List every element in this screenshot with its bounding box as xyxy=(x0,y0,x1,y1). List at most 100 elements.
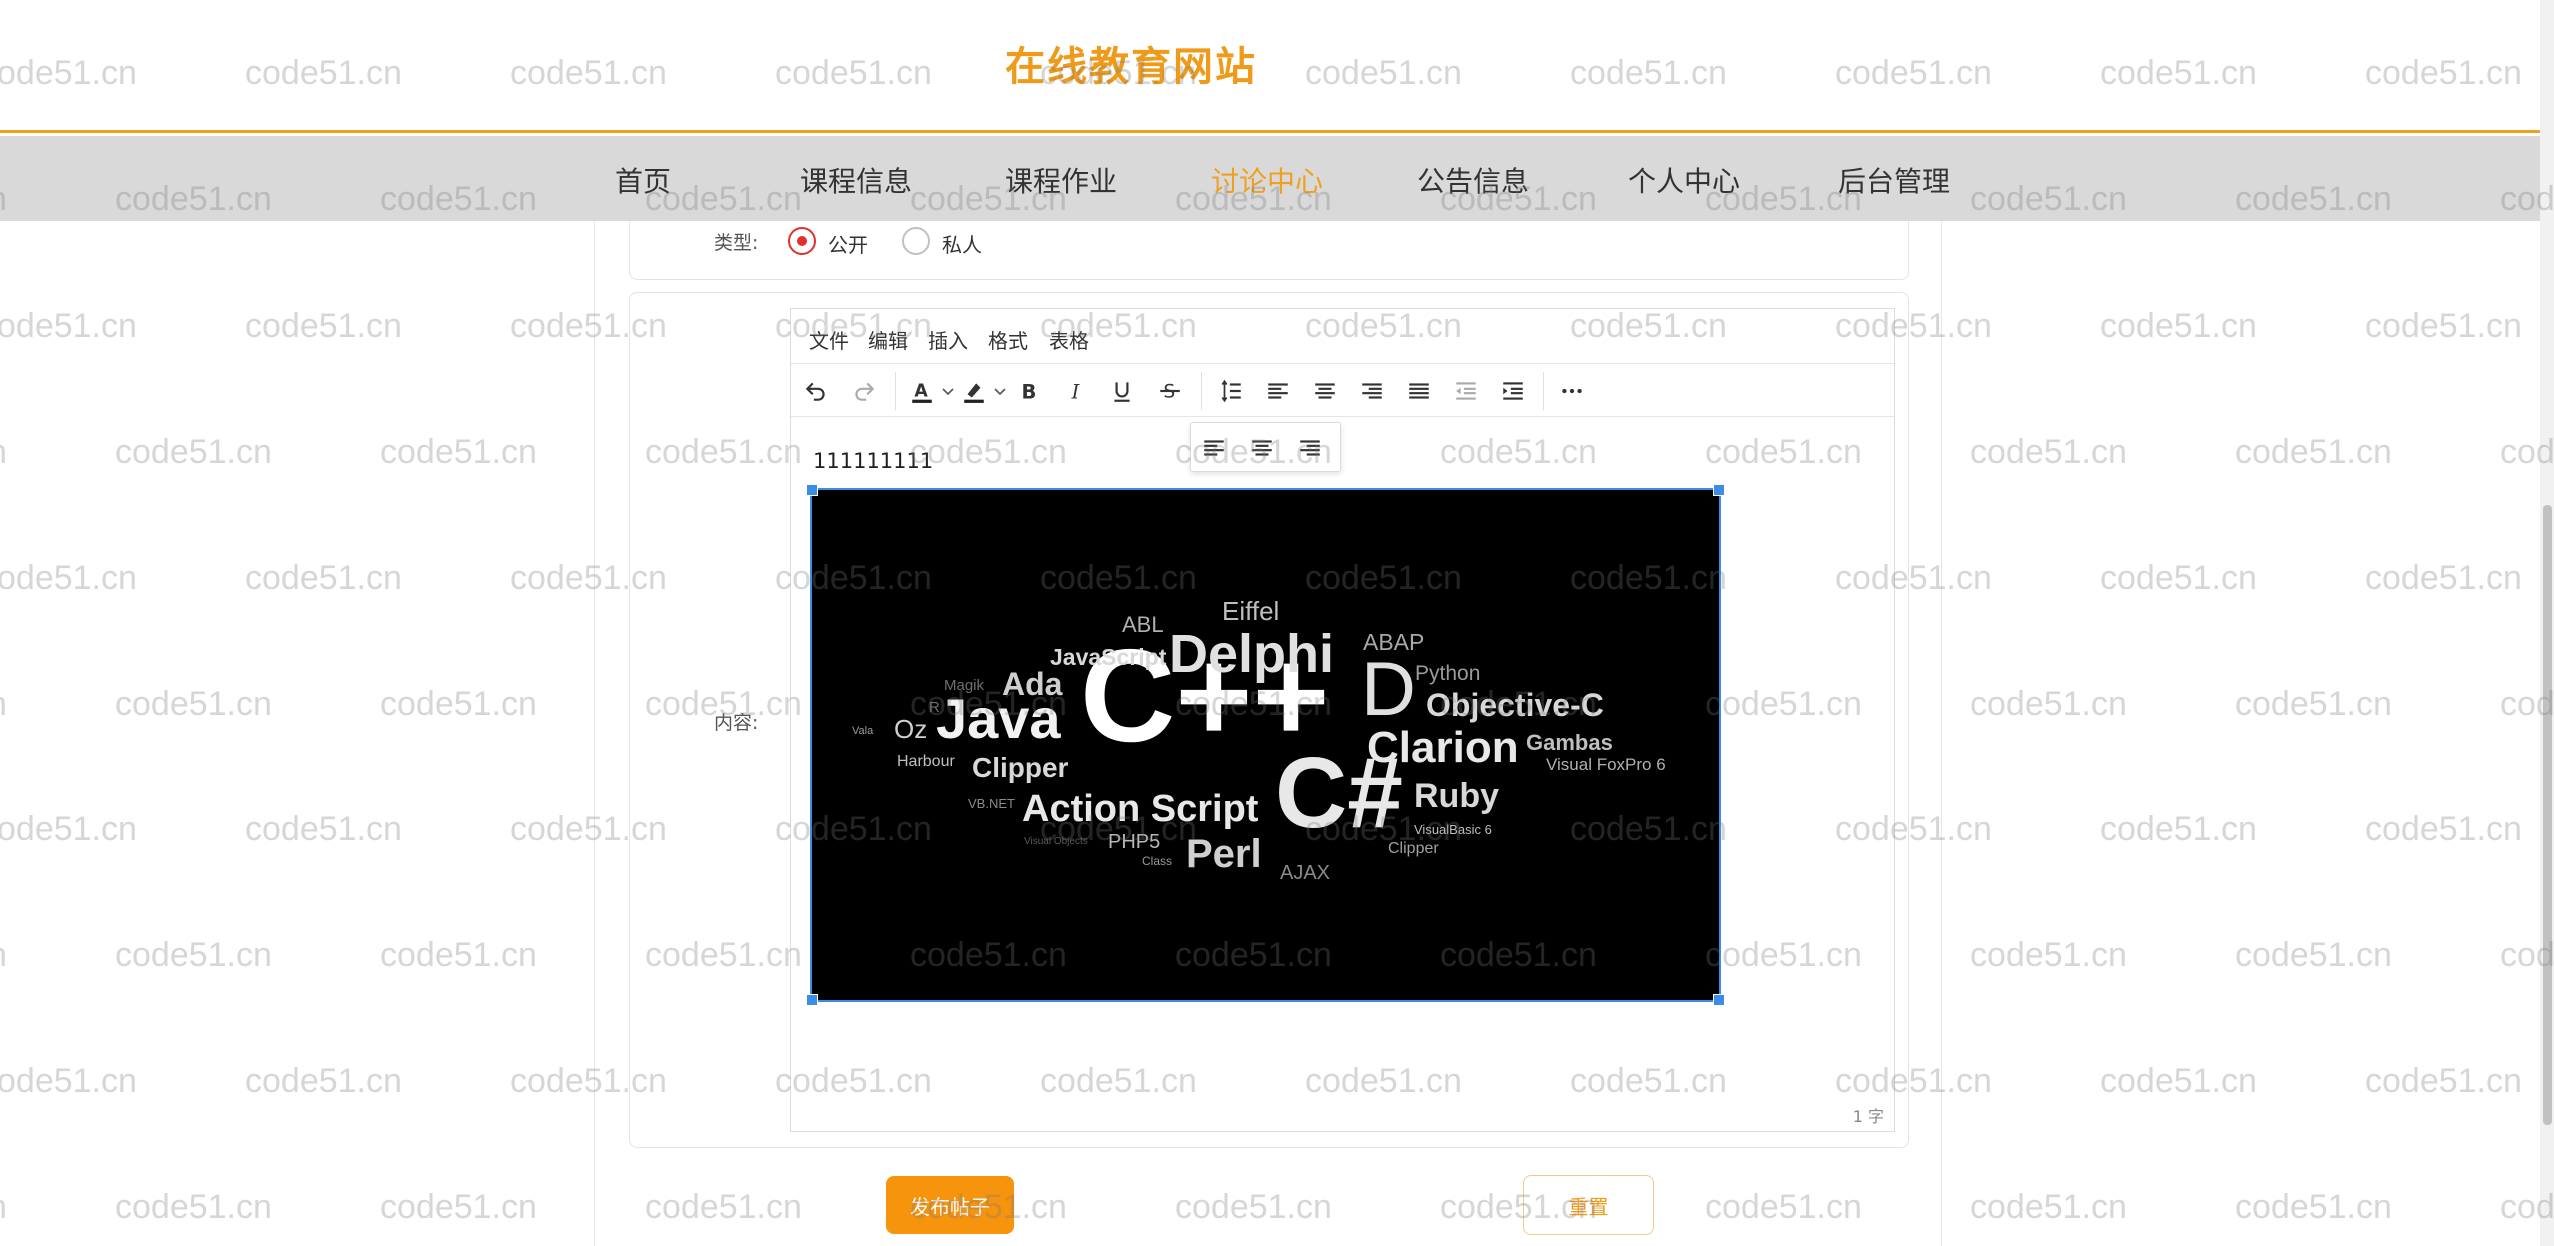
menu-table[interactable]: 表格 xyxy=(1049,325,1089,354)
bold-icon[interactable]: B xyxy=(1011,374,1045,408)
word-ada: Ada xyxy=(1002,666,1063,702)
menu-format[interactable]: 格式 xyxy=(988,325,1028,354)
word-gambas: Gambas xyxy=(1526,730,1613,755)
nav-item-notices[interactable]: 公告信息 xyxy=(1417,160,1529,200)
word-count: 1 字 xyxy=(1852,1107,1884,1126)
editor-text[interactable]: 111111111 xyxy=(813,449,933,473)
radio-private-label[interactable]: 私人 xyxy=(942,229,982,258)
watermark-text: code51.cn xyxy=(2365,1062,2522,1100)
watermark-text: code51.cn xyxy=(2235,433,2392,471)
svg-text:I: I xyxy=(1071,381,1081,404)
word-cloud-image: C++ C# D Delphi Java Clarion Action Scri… xyxy=(852,596,1666,884)
watermark-text: code51.cn xyxy=(245,559,402,597)
watermark-text: code51.cn xyxy=(115,1188,272,1226)
watermark-text: code51.cn xyxy=(115,685,272,723)
outdent-icon[interactable] xyxy=(1449,374,1483,408)
word-class: Class xyxy=(1142,854,1172,868)
resize-handle-top-right[interactable] xyxy=(1713,484,1725,496)
watermark-text: code51.cn xyxy=(2235,1188,2392,1226)
watermark-text: code51.cn xyxy=(245,1062,402,1100)
align-justify-icon[interactable] xyxy=(1402,374,1436,408)
page: 在线教育网站 首页 课程信息 课程作业 讨论中心 公告信息 个人中心 后台管理 … xyxy=(0,0,2554,1246)
resize-handle-bottom-right[interactable] xyxy=(1713,994,1725,1006)
resize-handle-bottom-left[interactable] xyxy=(806,994,818,1006)
word-python: Python xyxy=(1415,662,1480,685)
editor-toolbar: A B I S xyxy=(791,363,1894,417)
word-magik: Magik xyxy=(944,677,985,694)
word-oz: Oz xyxy=(894,714,927,744)
nav-item-courses[interactable]: 课程信息 xyxy=(800,160,912,200)
highlight-icon[interactable] xyxy=(957,374,991,408)
menu-edit[interactable]: 编辑 xyxy=(868,325,908,354)
submit-post-button[interactable]: 发布帖子 xyxy=(886,1176,1014,1234)
watermark-text: code51.cn xyxy=(2365,307,2522,345)
watermark-text: code51.cn xyxy=(0,1062,137,1100)
indent-icon[interactable] xyxy=(1496,374,1530,408)
word-visual-objects: Visual Objects xyxy=(1024,836,1088,847)
watermark-text: code51.cn xyxy=(380,433,537,471)
word-actionscript: Action Script xyxy=(1022,788,1259,830)
align-left-icon[interactable] xyxy=(1197,431,1231,465)
more-icon[interactable] xyxy=(1555,374,1589,408)
align-center-icon[interactable] xyxy=(1308,374,1342,408)
align-right-icon[interactable] xyxy=(1355,374,1389,408)
type-label: 类型: xyxy=(714,232,759,254)
word-objective-c: Objective-C xyxy=(1426,687,1604,723)
word-php5: PHP5 xyxy=(1108,831,1160,853)
radio-public-label[interactable]: 公开 xyxy=(828,229,868,258)
strikethrough-icon[interactable]: S xyxy=(1153,374,1187,408)
word-harbour: Harbour xyxy=(897,753,955,770)
watermark-text: code51.cn xyxy=(1970,936,2127,974)
menu-insert[interactable]: 插入 xyxy=(928,325,968,354)
italic-icon[interactable]: I xyxy=(1059,374,1093,408)
resize-handle-top-left[interactable] xyxy=(806,484,818,496)
svg-text:A: A xyxy=(914,381,928,401)
word-abap: ABAP xyxy=(1363,629,1424,655)
watermark-text: code51.cn xyxy=(2100,1062,2257,1100)
watermark-text: code51.cn xyxy=(2100,559,2257,597)
watermark-text: code51.cn xyxy=(0,1188,7,1227)
align-right-icon[interactable] xyxy=(1293,431,1327,465)
watermark-text: code51.cn xyxy=(2100,307,2257,345)
nav-item-admin[interactable]: 后台管理 xyxy=(1838,160,1950,200)
radio-public[interactable] xyxy=(788,227,816,255)
word-r: R xyxy=(929,699,940,716)
word-vala: Vala xyxy=(852,725,874,737)
nav-item-personal-center[interactable]: 个人中心 xyxy=(1628,160,1740,200)
watermark-text: code51.cn xyxy=(380,936,537,974)
nav-item-discussion[interactable]: 讨论中心 xyxy=(1211,160,1323,200)
watermark-text: code51.cn xyxy=(1970,433,2127,471)
word-delphi: Delphi xyxy=(1169,624,1334,684)
watermark-text: code51.cn xyxy=(380,1188,537,1226)
chevron-down-icon[interactable] xyxy=(941,381,955,401)
watermark-text: code51.cn xyxy=(2365,810,2522,848)
underline-icon[interactable] xyxy=(1105,374,1139,408)
word-perl: Perl xyxy=(1186,832,1262,876)
inserted-image[interactable]: C++ C# D Delphi Java Clarion Action Scri… xyxy=(810,488,1721,1002)
watermark-text: code51.cn xyxy=(2235,936,2392,974)
redo-icon[interactable] xyxy=(847,374,881,408)
editor-menubar: 文件 编辑 插入 格式 表格 xyxy=(791,309,1894,363)
align-center-icon[interactable] xyxy=(1245,431,1279,465)
content-label: 内容: xyxy=(714,712,759,734)
line-height-icon[interactable] xyxy=(1214,374,1248,408)
word-clarion: Clarion xyxy=(1367,723,1519,772)
word-visual-foxpro: Visual FoxPro 6 xyxy=(1546,755,1666,774)
watermark-text: code51.cn xyxy=(2100,810,2257,848)
watermark-text: code51.cn xyxy=(1970,685,2127,723)
reset-button[interactable]: 重置 xyxy=(1523,1175,1654,1235)
nav-item-home[interactable]: 首页 xyxy=(615,160,671,200)
nav-item-homework[interactable]: 课程作业 xyxy=(1005,160,1117,200)
menu-file[interactable]: 文件 xyxy=(809,325,849,354)
undo-icon[interactable] xyxy=(799,374,833,408)
align-left-icon[interactable] xyxy=(1261,374,1295,408)
watermark-text: code51.cn xyxy=(0,936,7,975)
radio-private[interactable] xyxy=(902,227,930,255)
watermark-text: code51.cn xyxy=(0,307,137,345)
text-color-icon[interactable]: A xyxy=(905,374,939,408)
image-align-popup xyxy=(1190,422,1341,472)
watermark-text: code51.cn xyxy=(0,559,137,597)
watermark-text: code51.cn xyxy=(2235,685,2392,723)
page-scrollbar-thumb[interactable] xyxy=(2543,505,2552,1125)
chevron-down-icon[interactable] xyxy=(993,381,1007,401)
